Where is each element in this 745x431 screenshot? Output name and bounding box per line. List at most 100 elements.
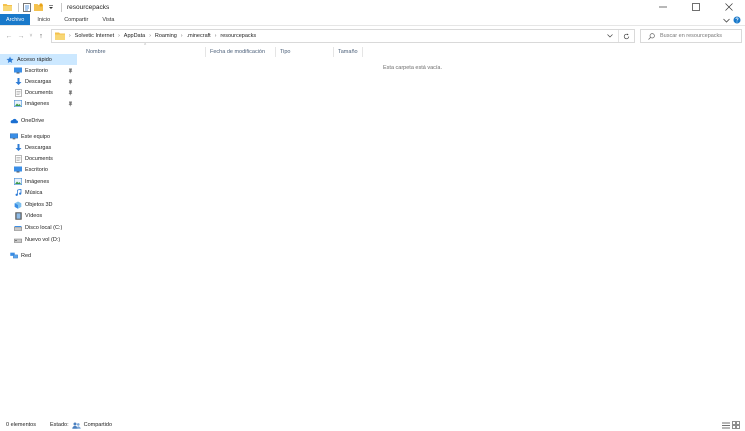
- nav-item-pc-pictures[interactable]: Imágenes: [0, 176, 77, 187]
- toolbar-divider: [61, 2, 62, 12]
- arrow-up-icon: ↑: [39, 32, 43, 40]
- forward-button[interactable]: →: [15, 29, 27, 43]
- nav-item-drive-d[interactable]: Nuevo vol (D:): [0, 234, 77, 245]
- up-button[interactable]: ↑: [35, 29, 47, 43]
- nav-item-label: Descargas: [25, 144, 52, 151]
- tab-home[interactable]: Inicio: [30, 14, 57, 25]
- nav-item-onedrive[interactable]: OneDrive: [0, 115, 77, 126]
- column-header-size[interactable]: Tamaño: [338, 47, 358, 57]
- nav-item-documents[interactable]: Documents: [0, 87, 77, 98]
- nav-item-label: Acceso rápido: [17, 56, 52, 63]
- empty-folder-message: Esta carpeta está vacía.: [383, 65, 443, 71]
- properties-icon[interactable]: [22, 2, 31, 12]
- nav-item-drive-c[interactable]: Disco local (C:): [0, 222, 77, 233]
- nav-item-label: OneDrive: [21, 117, 45, 124]
- pin-icon[interactable]: [67, 78, 73, 85]
- column-header-name[interactable]: Nombre: [86, 47, 106, 57]
- address-bar[interactable]: › Solvetic Internet › AppData › Roaming …: [51, 29, 635, 43]
- nav-item-pc-documents[interactable]: Documents: [0, 153, 77, 164]
- search-input[interactable]: [660, 33, 740, 39]
- maximize-icon: [691, 3, 700, 11]
- breadcrumb-item[interactable]: Solvetic Internet: [75, 33, 114, 39]
- download-arrow-icon: [14, 143, 22, 152]
- pin-icon[interactable]: [67, 100, 73, 107]
- address-dropdown-button[interactable]: [604, 30, 616, 42]
- large-icons-view-button[interactable]: [731, 420, 741, 430]
- column-divider[interactable]: [362, 47, 363, 57]
- nav-item-pictures[interactable]: Imágenes: [0, 98, 77, 109]
- minimize-button[interactable]: [646, 0, 679, 14]
- pin-icon[interactable]: [67, 67, 73, 74]
- column-divider[interactable]: [275, 47, 276, 57]
- arrow-left-icon: ←: [5, 32, 13, 40]
- column-header-type[interactable]: Tipo: [280, 47, 291, 57]
- back-button[interactable]: ←: [3, 29, 15, 43]
- nav-item-3d-objects[interactable]: Objetos 3D: [0, 199, 77, 210]
- tab-view[interactable]: Vista: [95, 14, 121, 25]
- breadcrumb-item[interactable]: resourcepacks: [220, 33, 256, 39]
- folder-icon[interactable]: [3, 3, 12, 12]
- column-header-modified[interactable]: Fecha de modificación: [210, 47, 265, 57]
- tab-share[interactable]: Compartir: [57, 14, 95, 25]
- recent-locations-button[interactable]: ˅: [27, 29, 35, 43]
- nav-item-label: Disco local (C:): [25, 224, 63, 231]
- nav-item-label: Objetos 3D: [25, 201, 53, 208]
- pin-icon[interactable]: [67, 89, 73, 96]
- breadcrumb-item[interactable]: .minecraft: [187, 33, 211, 39]
- shared-users-icon: [71, 422, 81, 429]
- nav-item-pc-downloads[interactable]: Descargas: [0, 142, 77, 153]
- close-button[interactable]: [712, 0, 745, 14]
- search-icon: [646, 31, 656, 41]
- large-icons-view-icon: [732, 421, 740, 429]
- breadcrumb-separator: ›: [214, 33, 217, 39]
- navigation-pane: Acceso rápido Escritorio Descargas Docum…: [0, 47, 80, 417]
- nav-item-this-pc[interactable]: Este equipo: [0, 131, 77, 142]
- music-icon: [14, 188, 22, 197]
- chevron-down-icon: [722, 18, 730, 23]
- nav-item-music[interactable]: Música: [0, 187, 77, 198]
- customize-toolbar-dropdown-icon[interactable]: [46, 3, 55, 12]
- nav-item-label: Vídeos: [25, 212, 43, 219]
- nav-item-videos[interactable]: Vídeos: [0, 210, 77, 221]
- nav-item-network[interactable]: Red: [0, 250, 77, 261]
- title-bar: resourcepacks: [0, 0, 745, 14]
- details-view-button[interactable]: [721, 420, 731, 430]
- pictures-icon: [14, 178, 22, 186]
- navigation-row: ← → ˅ ↑ › Solvetic Internet › AppData › …: [0, 27, 745, 45]
- refresh-icon: [623, 33, 630, 39]
- new-folder-icon[interactable]: [34, 3, 43, 12]
- nav-item-label: Imágenes: [25, 100, 50, 107]
- share-status: Estado: Compartido: [50, 422, 112, 429]
- tab-file[interactable]: Archivo: [0, 14, 31, 25]
- nav-item-pc-desktop[interactable]: Escritorio: [0, 164, 77, 175]
- nav-item-downloads[interactable]: Descargas: [0, 76, 77, 87]
- cube-3d-icon: [14, 201, 22, 209]
- refresh-button[interactable]: [618, 30, 634, 42]
- breadcrumb-separator: ›: [69, 33, 71, 39]
- breadcrumb-item[interactable]: AppData: [124, 33, 145, 39]
- breadcrumb-separator: ›: [180, 33, 183, 39]
- computer-icon: [10, 133, 18, 141]
- close-icon: [724, 3, 733, 11]
- maximize-button[interactable]: [679, 0, 712, 14]
- nav-item-label: Nuevo vol (D:): [25, 236, 61, 243]
- breadcrumb-separator: ›: [149, 33, 151, 39]
- cloud-icon: [10, 117, 18, 125]
- folder-icon: [55, 32, 65, 40]
- nav-item-label: Música: [25, 189, 43, 196]
- window-title: resourcepacks: [67, 3, 110, 11]
- breadcrumb-item[interactable]: Roaming: [155, 33, 177, 39]
- nav-item-desktop[interactable]: Escritorio: [0, 65, 77, 76]
- minimize-icon: [658, 6, 667, 8]
- details-view-icon: [722, 422, 730, 428]
- nav-item-quick-access[interactable]: Acceso rápido: [0, 54, 77, 65]
- nav-item-label: Escritorio: [25, 67, 48, 74]
- column-divider[interactable]: [333, 47, 334, 57]
- view-buttons: [721, 420, 741, 430]
- help-button[interactable]: [732, 15, 742, 25]
- expand-ribbon-button[interactable]: [721, 15, 731, 25]
- column-divider[interactable]: [205, 47, 206, 57]
- share-status-label: Estado:: [49, 422, 69, 428]
- search-box[interactable]: [640, 29, 742, 43]
- help-icon: [733, 16, 741, 24]
